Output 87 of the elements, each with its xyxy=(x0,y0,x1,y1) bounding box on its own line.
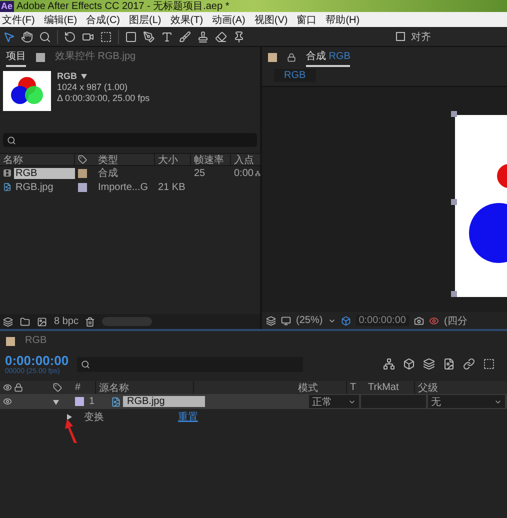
hand-icon[interactable] xyxy=(21,30,33,42)
current-time[interactable]: 0:00:00:00 xyxy=(5,353,69,368)
snap-checkbox[interactable] xyxy=(396,32,405,41)
panel-tab[interactable]: 合成 RGB xyxy=(306,47,350,67)
menu-item[interactable]: 帮助(H) xyxy=(326,12,360,26)
panel-swatch-icon xyxy=(6,336,15,346)
tree-icon[interactable] xyxy=(383,358,395,370)
item-name[interactable]: RGB xyxy=(14,168,75,178)
layers-icon[interactable] xyxy=(423,358,435,370)
bpc-label[interactable]: 8 bpc xyxy=(54,316,78,327)
lock-icon xyxy=(14,383,23,392)
menu-item[interactable]: 文件(F) xyxy=(2,12,35,26)
thumbnail-drawing xyxy=(3,71,51,111)
snap-label: 对齐 xyxy=(411,30,431,44)
menu-item[interactable]: 视图(V) xyxy=(254,12,288,26)
column-header[interactable]: 入点 xyxy=(231,154,261,165)
size-cell: 21 KB xyxy=(158,182,186,192)
menu-item[interactable]: 效果(T) xyxy=(170,12,204,26)
trash-icon[interactable] xyxy=(85,316,96,326)
image-file-icon xyxy=(111,396,121,406)
image-file-icon xyxy=(3,182,12,192)
camera-icon[interactable] xyxy=(414,316,424,326)
monitor-icon[interactable] xyxy=(281,316,291,326)
menu-item[interactable]: 动画(A) xyxy=(212,12,246,26)
app-logo: Ae xyxy=(0,0,14,12)
column-header[interactable]: 类型 xyxy=(95,154,155,165)
column-header: 父级 xyxy=(417,382,439,394)
flowchart-icon xyxy=(255,168,261,178)
pen-icon[interactable] xyxy=(143,30,155,42)
lock-icon xyxy=(287,52,296,62)
label-icon xyxy=(78,155,87,164)
type-cell-text: 合成 xyxy=(97,166,119,180)
camera-icon[interactable] xyxy=(82,30,94,42)
view-dropdown[interactable]: (四分 xyxy=(444,314,468,328)
pointer-icon[interactable] xyxy=(3,30,15,42)
composition-icon xyxy=(3,168,12,178)
layer-number: 1 xyxy=(88,396,96,407)
zoom-dropdown[interactable]: (25%) xyxy=(296,315,323,326)
comp-flow-tab[interactable]: RGB xyxy=(274,69,316,82)
timecode-field[interactable]: 0:00:00:00 xyxy=(356,315,409,326)
mode-dropdown[interactable]: 正常 xyxy=(309,395,358,408)
menu-item[interactable]: 合成(C) xyxy=(86,12,120,26)
comp-size: 1024 x 987 (1.00) xyxy=(57,82,129,92)
reset-link[interactable]: 重置 xyxy=(178,410,198,424)
search-icon xyxy=(80,360,90,368)
link-icon[interactable] xyxy=(463,358,475,370)
rotate-icon[interactable] xyxy=(64,30,76,42)
folder-icon[interactable] xyxy=(20,316,30,326)
panel-swatch-icon xyxy=(36,52,45,62)
panel-tab[interactable]: RGB xyxy=(25,332,47,350)
type-cell-text: Importe...G xyxy=(97,182,150,192)
text-icon[interactable] xyxy=(161,30,173,42)
expand-triangle-icon[interactable] xyxy=(66,414,72,420)
item-name[interactable]: RGB.jpg xyxy=(14,182,75,192)
menu-item[interactable]: 窗口 xyxy=(296,12,317,26)
panel-tab[interactable]: 效果控件 RGB.jpg xyxy=(55,47,136,67)
search-field[interactable] xyxy=(3,133,257,147)
brush-icon[interactable] xyxy=(179,30,191,42)
column-header[interactable]: 帧速率 xyxy=(191,154,231,165)
visibility-icon xyxy=(3,383,12,392)
comp-duration: Δ 0:00:30:00, 25.00 fps xyxy=(57,93,150,103)
menu-item[interactable]: 编辑(E) xyxy=(44,12,78,26)
comp-name: RGB xyxy=(57,71,150,81)
menu-item[interactable]: 图层(L) xyxy=(129,12,162,26)
search-icon xyxy=(7,136,16,144)
label-icon xyxy=(53,383,62,392)
visibility-icon[interactable] xyxy=(3,397,12,406)
window-title: Adobe After Effects CC 2017 - 无标题项目.aep * xyxy=(16,0,230,13)
rectangle-icon[interactable] xyxy=(125,30,137,42)
column-header: T xyxy=(349,382,358,393)
eraser-icon[interactable] xyxy=(215,30,227,42)
panel-swatch-icon xyxy=(268,52,277,62)
layer-name[interactable]: RGB.jpg xyxy=(123,396,205,407)
in-point-cell: 0:00 xyxy=(234,168,254,178)
column-header[interactable]: 大小 xyxy=(155,154,191,165)
property-group[interactable]: 变换 xyxy=(84,410,104,424)
parent-dropdown[interactable]: 无 xyxy=(428,395,505,408)
expand-triangle-icon[interactable] xyxy=(53,398,59,404)
search-field[interactable] xyxy=(76,356,303,372)
dropdown-arrow-icon[interactable] xyxy=(81,73,87,79)
pin-icon[interactable] xyxy=(233,30,245,42)
panel-tab[interactable]: 项目 xyxy=(6,47,26,67)
column-header[interactable]: 名称 xyxy=(0,154,75,165)
arrow-annotation xyxy=(64,418,80,444)
stamp-icon[interactable] xyxy=(197,30,209,42)
fps-cell: 25 xyxy=(194,168,206,178)
zoom-icon[interactable] xyxy=(39,30,51,42)
